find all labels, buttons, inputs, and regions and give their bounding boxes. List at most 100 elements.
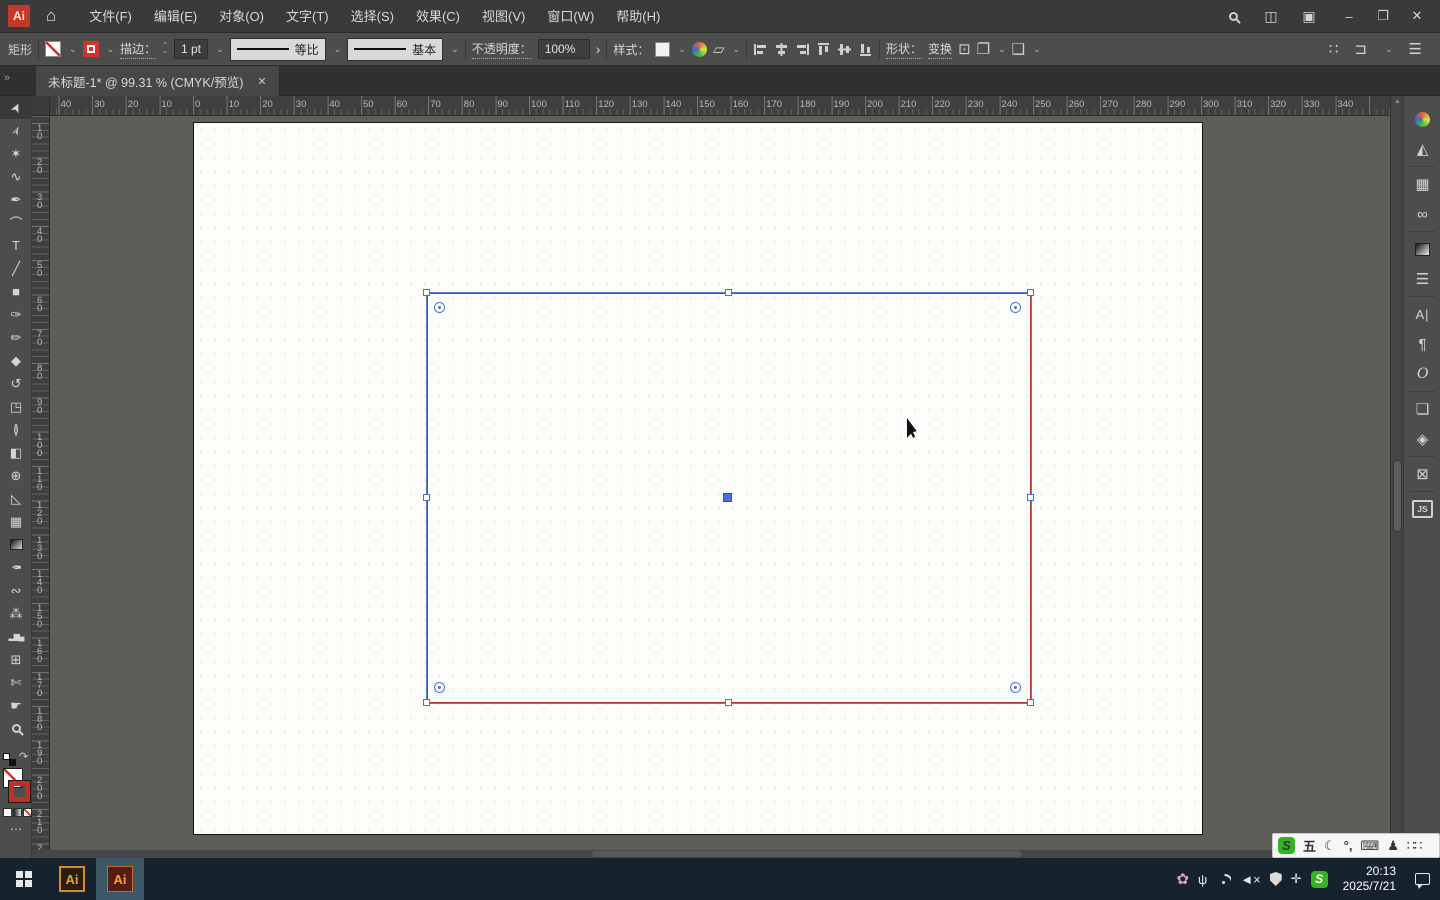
stroke-color-swatch[interactable]	[82, 41, 99, 57]
menu-type[interactable]: 文字(T)	[275, 0, 340, 33]
selection-handle[interactable]	[1027, 699, 1034, 706]
horizontal-scrollbar[interactable]	[32, 850, 1390, 858]
width-tool[interactable]: ≬	[0, 418, 32, 441]
stroke-panel-icon[interactable]: ☰	[1404, 264, 1440, 294]
stroke-weight-stepper[interactable]: ⌃ ⌄	[162, 42, 168, 55]
security-shield-icon[interactable]	[1269, 872, 1282, 886]
chevron-down-icon[interactable]: ⌄	[216, 44, 224, 55]
volume-muted-icon[interactable]: ◄×	[1240, 872, 1260, 887]
type-tool[interactable]: T	[0, 234, 32, 257]
menu-view[interactable]: 视图(V)	[471, 0, 536, 33]
search-icon[interactable]	[1218, 8, 1248, 24]
apps-grid-icon[interactable]: ∷∷	[1407, 838, 1423, 854]
perspective-grid-tool[interactable]: ◺	[0, 487, 32, 510]
selection-tool[interactable]: ➤	[0, 96, 32, 119]
eraser-tool[interactable]: ◆	[0, 349, 32, 372]
gradient-panel-icon[interactable]	[1404, 234, 1440, 264]
lasso-tool[interactable]: ∿	[0, 165, 32, 188]
workspace-icon[interactable]: ⊐	[1354, 40, 1367, 58]
chevron-down-icon[interactable]: ⌄	[107, 44, 115, 55]
stroke-weight-field[interactable]: 1 pt	[174, 39, 209, 59]
chevron-down-icon[interactable]: ⌄	[1033, 44, 1041, 55]
ime-wubi-mode[interactable]: 五	[1303, 836, 1316, 855]
menu-effect[interactable]: 效果(C)	[405, 0, 471, 33]
layers-panel-icon[interactable]: ◈	[1404, 424, 1440, 454]
blend-tool[interactable]: ∾	[0, 579, 32, 602]
selection-handle[interactable]	[423, 494, 430, 501]
close-icon[interactable]: ✕	[257, 75, 266, 88]
selection-center-point[interactable]	[723, 493, 732, 502]
default-fill-stroke-icon[interactable]	[3, 753, 16, 766]
menu-help[interactable]: 帮助(H)	[605, 0, 671, 33]
chevron-down-icon[interactable]: ⌄	[451, 44, 459, 55]
menu-edit[interactable]: 编辑(E)	[143, 0, 208, 33]
close-button[interactable]: ✕	[1400, 0, 1434, 33]
document-tab[interactable]: 未标题-1* @ 99.31 % (CMYK/预览) ✕	[36, 66, 280, 96]
color-panel-icon[interactable]	[1404, 104, 1440, 134]
sogou-tray-icon[interactable]: S	[1310, 870, 1328, 888]
brush-definition-select[interactable]: 基本	[347, 37, 444, 61]
direct-selection-tool[interactable]: ➢	[0, 119, 32, 142]
line-segment-tool[interactable]: ╱	[0, 257, 32, 280]
character-panel-icon[interactable]: A|	[1404, 299, 1440, 329]
opacity-arrow[interactable]: ›	[596, 41, 601, 57]
mesh-tool[interactable]: ▦	[0, 510, 32, 533]
horizontal-ruler[interactable]: 40 30 20 10 0 10 20 30 40 50 60 70 80 90 100 110 120 130 1…	[50, 96, 1390, 116]
chevron-down-icon[interactable]: ⌄	[334, 44, 342, 55]
column-graph-tool[interactable]: ▂▆▄	[0, 625, 32, 648]
align-top-icon[interactable]	[816, 42, 831, 57]
menu-window[interactable]: 窗口(W)	[536, 0, 605, 33]
workspace-switcher-icon[interactable]: ▣	[1294, 8, 1324, 25]
gradient-tool[interactable]	[0, 533, 32, 556]
align-right-icon[interactable]	[795, 42, 810, 57]
selection-handle[interactable]	[423, 289, 430, 296]
align-left-icon[interactable]	[753, 42, 768, 57]
artboard-tool[interactable]: ⊞	[0, 648, 32, 671]
curvature-tool[interactable]: ⌒	[0, 211, 32, 234]
ime-state-icon[interactable]: ✛	[1291, 871, 1302, 887]
chevron-down-icon[interactable]: ⌄	[678, 44, 686, 55]
punctuation-icon[interactable]: °,	[1344, 838, 1353, 853]
keyboard-icon[interactable]: ⌨	[1360, 838, 1379, 854]
chevron-down-icon[interactable]: ⌄	[69, 44, 77, 55]
selection-handle[interactable]	[423, 699, 430, 706]
eyedropper-tool[interactable]: ✒	[0, 556, 32, 579]
panel-menu-icon[interactable]: ☰	[1409, 40, 1422, 58]
taskbar-clock[interactable]: 20:13 2025/7/21	[1337, 864, 1402, 894]
stroke-proxy-swatch[interactable]	[8, 780, 31, 803]
zoom-tool[interactable]	[0, 717, 32, 740]
pen-tool[interactable]: ✒	[0, 188, 32, 211]
edit-toolbar-icon[interactable]: ⋯	[0, 822, 32, 836]
align-to-icon[interactable]: ❑	[1012, 40, 1025, 58]
stroke-label[interactable]: 描边：	[120, 40, 157, 59]
swatches-panel-icon[interactable]: ▦	[1404, 169, 1440, 199]
symbol-sprayer-tool[interactable]: ⁂	[0, 602, 32, 625]
hand-tool[interactable]: ☛	[0, 694, 32, 717]
selection-handle[interactable]	[1027, 494, 1034, 501]
start-button[interactable]	[0, 858, 48, 900]
transparency-panel-icon[interactable]: ∞	[1404, 199, 1440, 229]
vertical-ruler[interactable]: 10 20 30 40 50 60 70 80 90 100 110 120 130 140 150 160 1…	[32, 116, 50, 850]
rectangle-tool[interactable]: ■	[0, 280, 32, 303]
chevron-down-icon[interactable]: ⌄	[1385, 44, 1393, 55]
shape-label[interactable]: 形状：	[886, 40, 923, 59]
usb-device-icon[interactable]: ψ	[1198, 872, 1207, 887]
menu-object[interactable]: 对象(O)	[208, 0, 275, 33]
maximize-button[interactable]: ❐	[1366, 0, 1400, 33]
rotate-tool[interactable]: ↺	[0, 372, 32, 395]
home-icon[interactable]: ⌂	[46, 6, 56, 26]
user-icon[interactable]: ♟	[1387, 838, 1399, 854]
recolor-artwork-icon[interactable]	[691, 41, 707, 57]
align-center-icon[interactable]	[774, 42, 789, 57]
arrange-documents-icon[interactable]: ◫	[1256, 8, 1286, 25]
opacity-field[interactable]: 100%	[537, 39, 590, 59]
free-transform-tool[interactable]: ◧	[0, 441, 32, 464]
shape-edit-icon[interactable]: ▱	[713, 40, 725, 58]
action-center-icon[interactable]	[1415, 873, 1430, 889]
live-corner-widget[interactable]	[1010, 302, 1021, 313]
select-similar-icon[interactable]: ❐	[977, 40, 990, 58]
pathfinder-panel-icon[interactable]: ❏	[1404, 394, 1440, 424]
scale-tool[interactable]: ◳	[0, 395, 32, 418]
arrange-documents-icon[interactable]: ∷	[1329, 40, 1339, 58]
fill-color-swatch[interactable]	[45, 41, 62, 57]
